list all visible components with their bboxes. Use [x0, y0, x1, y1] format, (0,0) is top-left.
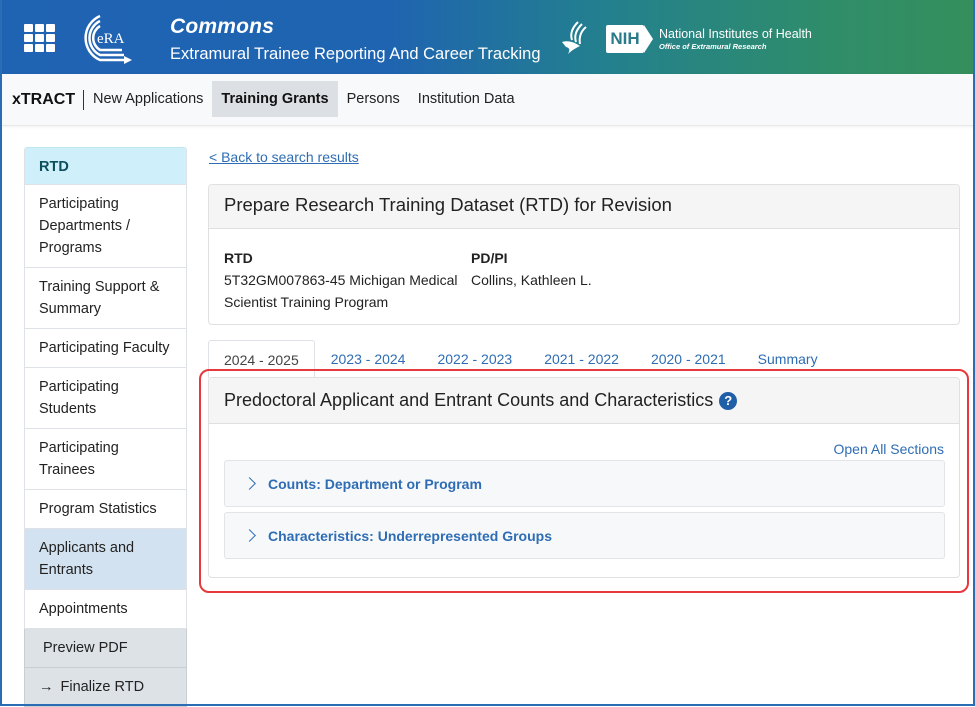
- app-title: Commons: [170, 15, 275, 38]
- nih-logo[interactable]: NIH National Institutes of Health Office…: [606, 24, 812, 54]
- pdpi-value: Collins, Kathleen L.: [471, 272, 592, 288]
- nav-item-persons[interactable]: Persons: [338, 81, 409, 117]
- sidebar-item-participating-students[interactable]: Participating Students: [24, 368, 187, 429]
- era-logo[interactable]: eRA: [70, 12, 136, 64]
- arrow-right-icon: →: [39, 679, 54, 695]
- sidebar-item-participating-departments[interactable]: Participating Departments / Programs: [24, 185, 187, 268]
- rtd-field: RTD 5T32GM007863-45 Michigan Medical Sci…: [224, 247, 471, 313]
- sidebar: RTD Participating Departments / Programs…: [24, 147, 187, 707]
- nih-chevron-icon: [644, 25, 653, 53]
- sidebar-item-program-statistics[interactable]: Program Statistics: [24, 490, 187, 529]
- sidebar-item-participating-trainees[interactable]: Participating Trainees: [24, 429, 187, 490]
- sidebar-item-training-support[interactable]: Training Support & Summary: [24, 268, 187, 329]
- rtd-label: RTD: [224, 250, 253, 266]
- nav-item-new-applications[interactable]: New Applications: [84, 81, 212, 117]
- app-subtitle: Extramural Trainee Reporting And Career …: [170, 45, 541, 63]
- nih-badge: NIH: [606, 25, 644, 53]
- finalize-rtd-button[interactable]: → Finalize RTD: [24, 668, 187, 707]
- page-title: Prepare Research Training Dataset (RTD) …: [209, 185, 959, 229]
- sidebar-item-participating-faculty[interactable]: Participating Faculty: [24, 329, 187, 368]
- back-to-search-link[interactable]: < Back to search results: [209, 149, 359, 165]
- finalize-rtd-label: Finalize RTD: [60, 679, 145, 695]
- app-header: eRA Commons Extramural Trainee Reporting…: [0, 0, 975, 74]
- svg-text:eRA: eRA: [97, 31, 125, 47]
- nav-brand[interactable]: xTRACT: [12, 90, 85, 110]
- rtd-info-card: Prepare Research Training Dataset (RTD) …: [208, 184, 960, 325]
- sidebar-item-appointments[interactable]: Appointments: [24, 590, 187, 629]
- apps-grid-icon[interactable]: [24, 24, 56, 52]
- nih-office: Office of Extramural Research: [659, 41, 767, 51]
- preview-pdf-button[interactable]: Preview PDF: [24, 629, 187, 668]
- sidebar-header-rtd[interactable]: RTD: [24, 147, 187, 185]
- nih-name: National Institutes of Health: [659, 27, 812, 41]
- hhs-eagle-icon: [562, 21, 587, 54]
- nav-item-institution-data[interactable]: Institution Data: [409, 81, 524, 117]
- nav-item-training-grants[interactable]: Training Grants: [212, 81, 338, 117]
- pdpi-label: PD/PI: [471, 250, 508, 266]
- highlight-annotation: [199, 369, 969, 593]
- rtd-value: 5T32GM007863-45 Michigan Medical Scienti…: [224, 272, 458, 310]
- sidebar-item-applicants-entrants[interactable]: Applicants and Entrants: [24, 529, 187, 590]
- pdpi-field: PD/PI Collins, Kathleen L.: [471, 247, 592, 313]
- top-nav: xTRACT New Applications Training Grants …: [0, 74, 975, 126]
